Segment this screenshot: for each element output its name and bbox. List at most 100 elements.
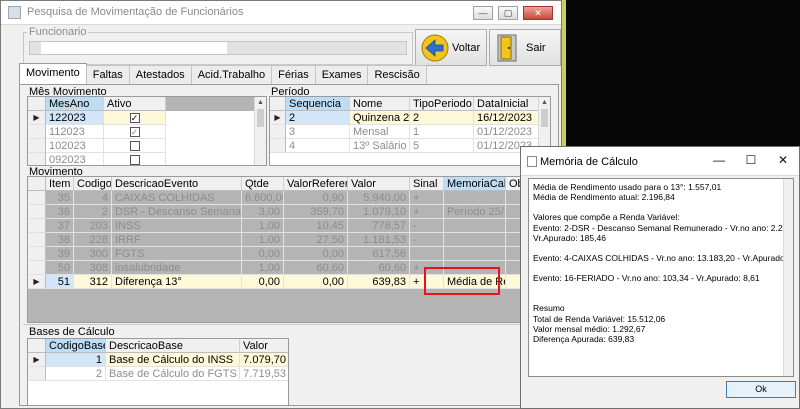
movimento-cell: 0,00 [242, 247, 284, 261]
col-item[interactable]: Item [46, 177, 74, 191]
periodo-row[interactable]: 4 13º Salário 5 01/12/2023 [270, 139, 550, 153]
main-window: Pesquisa de Movimentação de Funcionários… [0, 0, 562, 409]
voltar-button[interactable]: Voltar [415, 29, 487, 66]
bases-row[interactable]: ▶ 1 Base de Cálculo do INSS 7.079,70 [28, 353, 288, 367]
col-nome[interactable]: Nome [350, 97, 410, 111]
movimento-cell: 38 [46, 233, 74, 247]
tab-exames[interactable]: Exames [314, 65, 369, 84]
ativo-checkbox[interactable]: ✓ [129, 113, 140, 124]
tab-atestados[interactable]: Atestados [128, 65, 192, 84]
tab-ferias[interactable]: Férias [271, 65, 316, 84]
window-title: Pesquisa de Movimentação de Funcionários [27, 6, 244, 18]
sair-label: Sair [526, 42, 546, 54]
mes-row[interactable]: 102023 [28, 139, 266, 153]
memo-line: Diferença Apurada: 639,83 [533, 334, 635, 345]
memo-line: Resumo [533, 303, 565, 314]
ativo-checkbox[interactable]: ✓ [129, 127, 140, 138]
col-datainicial[interactable]: DataInicial [474, 97, 540, 111]
tab-rescisao[interactable]: Rescisão [367, 65, 427, 84]
col-sequencia[interactable]: Sequencia [286, 97, 350, 111]
col-valorreferencia[interactable]: ValorReferenci [284, 177, 348, 191]
movimento-row[interactable]: 35 4 CAIXAS COLHIDAS 6.600,00 0,90 5.940,00 + [28, 191, 552, 205]
sair-button[interactable]: Sair [489, 29, 561, 66]
col-valor-base[interactable]: Valor [240, 339, 288, 353]
movimento-cell: 5.940,00 [348, 191, 410, 205]
movimento-row[interactable]: 39 300 FGTS 0,00 0,00 617,56 [28, 247, 552, 261]
movimento-cell: 0,90 [284, 191, 348, 205]
periodo-cell: 1 [410, 125, 474, 139]
col-codigobase[interactable]: CodigoBase [46, 339, 106, 353]
tab-faltas[interactable]: Faltas [85, 65, 130, 84]
col-sinal[interactable]: Sinal [410, 177, 444, 191]
desktop-background [562, 0, 566, 146]
movimento-row[interactable]: ▶ 51 312 Diferença 13° 0,00 0,00 639,83 + Média … [28, 275, 552, 289]
movimento-cell: 1,00 [242, 233, 284, 247]
funcionario-field[interactable] [29, 41, 407, 55]
bases-cell: 7.079,70 [240, 353, 288, 367]
movimento-cell: + [410, 261, 444, 275]
periodo-row[interactable]: ▶ 2 Quinzena 2 2 16/12/2023 [270, 111, 550, 125]
mes-row[interactable]: 092023 [28, 153, 266, 165]
col-memoriacalculo[interactable]: MemoriaCalcul [444, 177, 506, 191]
bases-cell: 2 [46, 367, 106, 381]
mes-scrollbar[interactable]: ▲ [254, 97, 266, 165]
memo-line [533, 293, 789, 303]
movimento-cell: 37 [46, 219, 74, 233]
bases-row[interactable]: 2 Base de Cálculo do FGTS 7.719,53 [28, 367, 288, 381]
ativo-checkbox[interactable] [129, 141, 140, 152]
periodo-row[interactable]: 3 Mensal 1 01/12/2023 [270, 125, 550, 139]
periodo-cell: Mensal [350, 125, 410, 139]
ok-button[interactable]: Ok [726, 381, 796, 398]
movimento-cell: insalubridade [112, 261, 242, 275]
movimento-cell: 2 [74, 205, 112, 219]
col-descricaoevento[interactable]: DescricaoEvento [112, 177, 242, 191]
movimento-row[interactable]: 38 228 IRRF 1,00 27,50 1.181,53- [28, 233, 552, 247]
col-ativo[interactable]: Ativo [104, 97, 166, 111]
periodo-cell: 01/12/2023 [474, 125, 540, 139]
col-tipoperiodo[interactable]: TipoPeriodo [410, 97, 474, 111]
movimento-row[interactable]: 50 308 insalubridade 1,00 60,60 60,60 + [28, 261, 552, 275]
mes-row[interactable]: ▶ 122023 ✓ [28, 111, 266, 125]
col-qtde[interactable]: Qtde [242, 177, 284, 191]
mes-movimento-grid: MesAno Ativo ▶ 122023 ✓ 112023 ✓ 102023 … [27, 96, 267, 166]
ativo-checkbox[interactable] [129, 155, 140, 165]
movimento-cell: DSR - Descanso Semanal Rem... [112, 205, 242, 219]
dialog-minimize-button[interactable]: — [703, 147, 735, 176]
movimento-cell: Período 25/1... [444, 205, 506, 219]
movimento-grid: Item Codigo DescricaoEvento Qtde ValorRe… [27, 176, 553, 323]
maximize-button[interactable]: ▢ [498, 6, 518, 20]
movimento-cell: 617,56 [348, 247, 410, 261]
movimento-cell [444, 219, 506, 233]
tab-acid-trabalho[interactable]: Acid.Trabalho [190, 65, 273, 84]
memo-line: Valor mensal médio: 1.292,67 [533, 323, 646, 334]
close-button[interactable]: ✕ [523, 6, 553, 20]
col-valor[interactable]: Valor [348, 177, 410, 191]
col-descricaobase[interactable]: DescricaoBase [106, 339, 240, 353]
movimento-cell: CAIXAS COLHIDAS [112, 191, 242, 205]
memo-scrollbar[interactable] [783, 179, 793, 376]
col-mesano[interactable]: MesAno [46, 97, 104, 111]
movimento-cell: INSS [112, 219, 242, 233]
bases-separator [23, 324, 559, 325]
mesano-cell: 102023 [46, 139, 104, 153]
tab-movimento[interactable]: Movimento [19, 63, 87, 84]
movimento-row[interactable]: 362DSR - Descanso Semanal Rem...3,00359,… [28, 205, 552, 219]
minimize-button[interactable]: — [473, 6, 493, 20]
periodo-grid: Sequencia Nome TipoPeriodo DataInicial ▶… [269, 96, 551, 166]
dialog-maximize-button[interactable]: ☐ [735, 147, 767, 176]
memoria-text[interactable]: Média de Rendimento usado para o 13°: 1.… [528, 178, 794, 377]
periodo-cell: 5 [410, 139, 474, 153]
col-codigo[interactable]: Codigo [74, 177, 112, 191]
mesano-cell: 112023 [46, 125, 104, 139]
mesano-cell: 122023 [46, 111, 104, 125]
bases-cell: 7.719,53 [240, 367, 288, 381]
dialog-close-button[interactable]: ✕ [767, 147, 799, 176]
bases-grid: CodigoBase DescricaoBase Valor ▶ 1 Base … [27, 338, 289, 406]
movimento-row[interactable]: 37 203 INSS 1,00 10,45 778,57- [28, 219, 552, 233]
movimento-cell: 1,00 [242, 219, 284, 233]
movimento-cell: 203 [74, 219, 112, 233]
mes-row[interactable]: 112023 ✓ [28, 125, 266, 139]
memo-line: Média de Rendimento atual: 2.196,84 [533, 192, 675, 203]
memo-line: Valores que compõe a Renda Variável: [533, 212, 680, 223]
dialog-title-bar: Memória de Cálculo — ☐ ✕ [521, 147, 799, 176]
